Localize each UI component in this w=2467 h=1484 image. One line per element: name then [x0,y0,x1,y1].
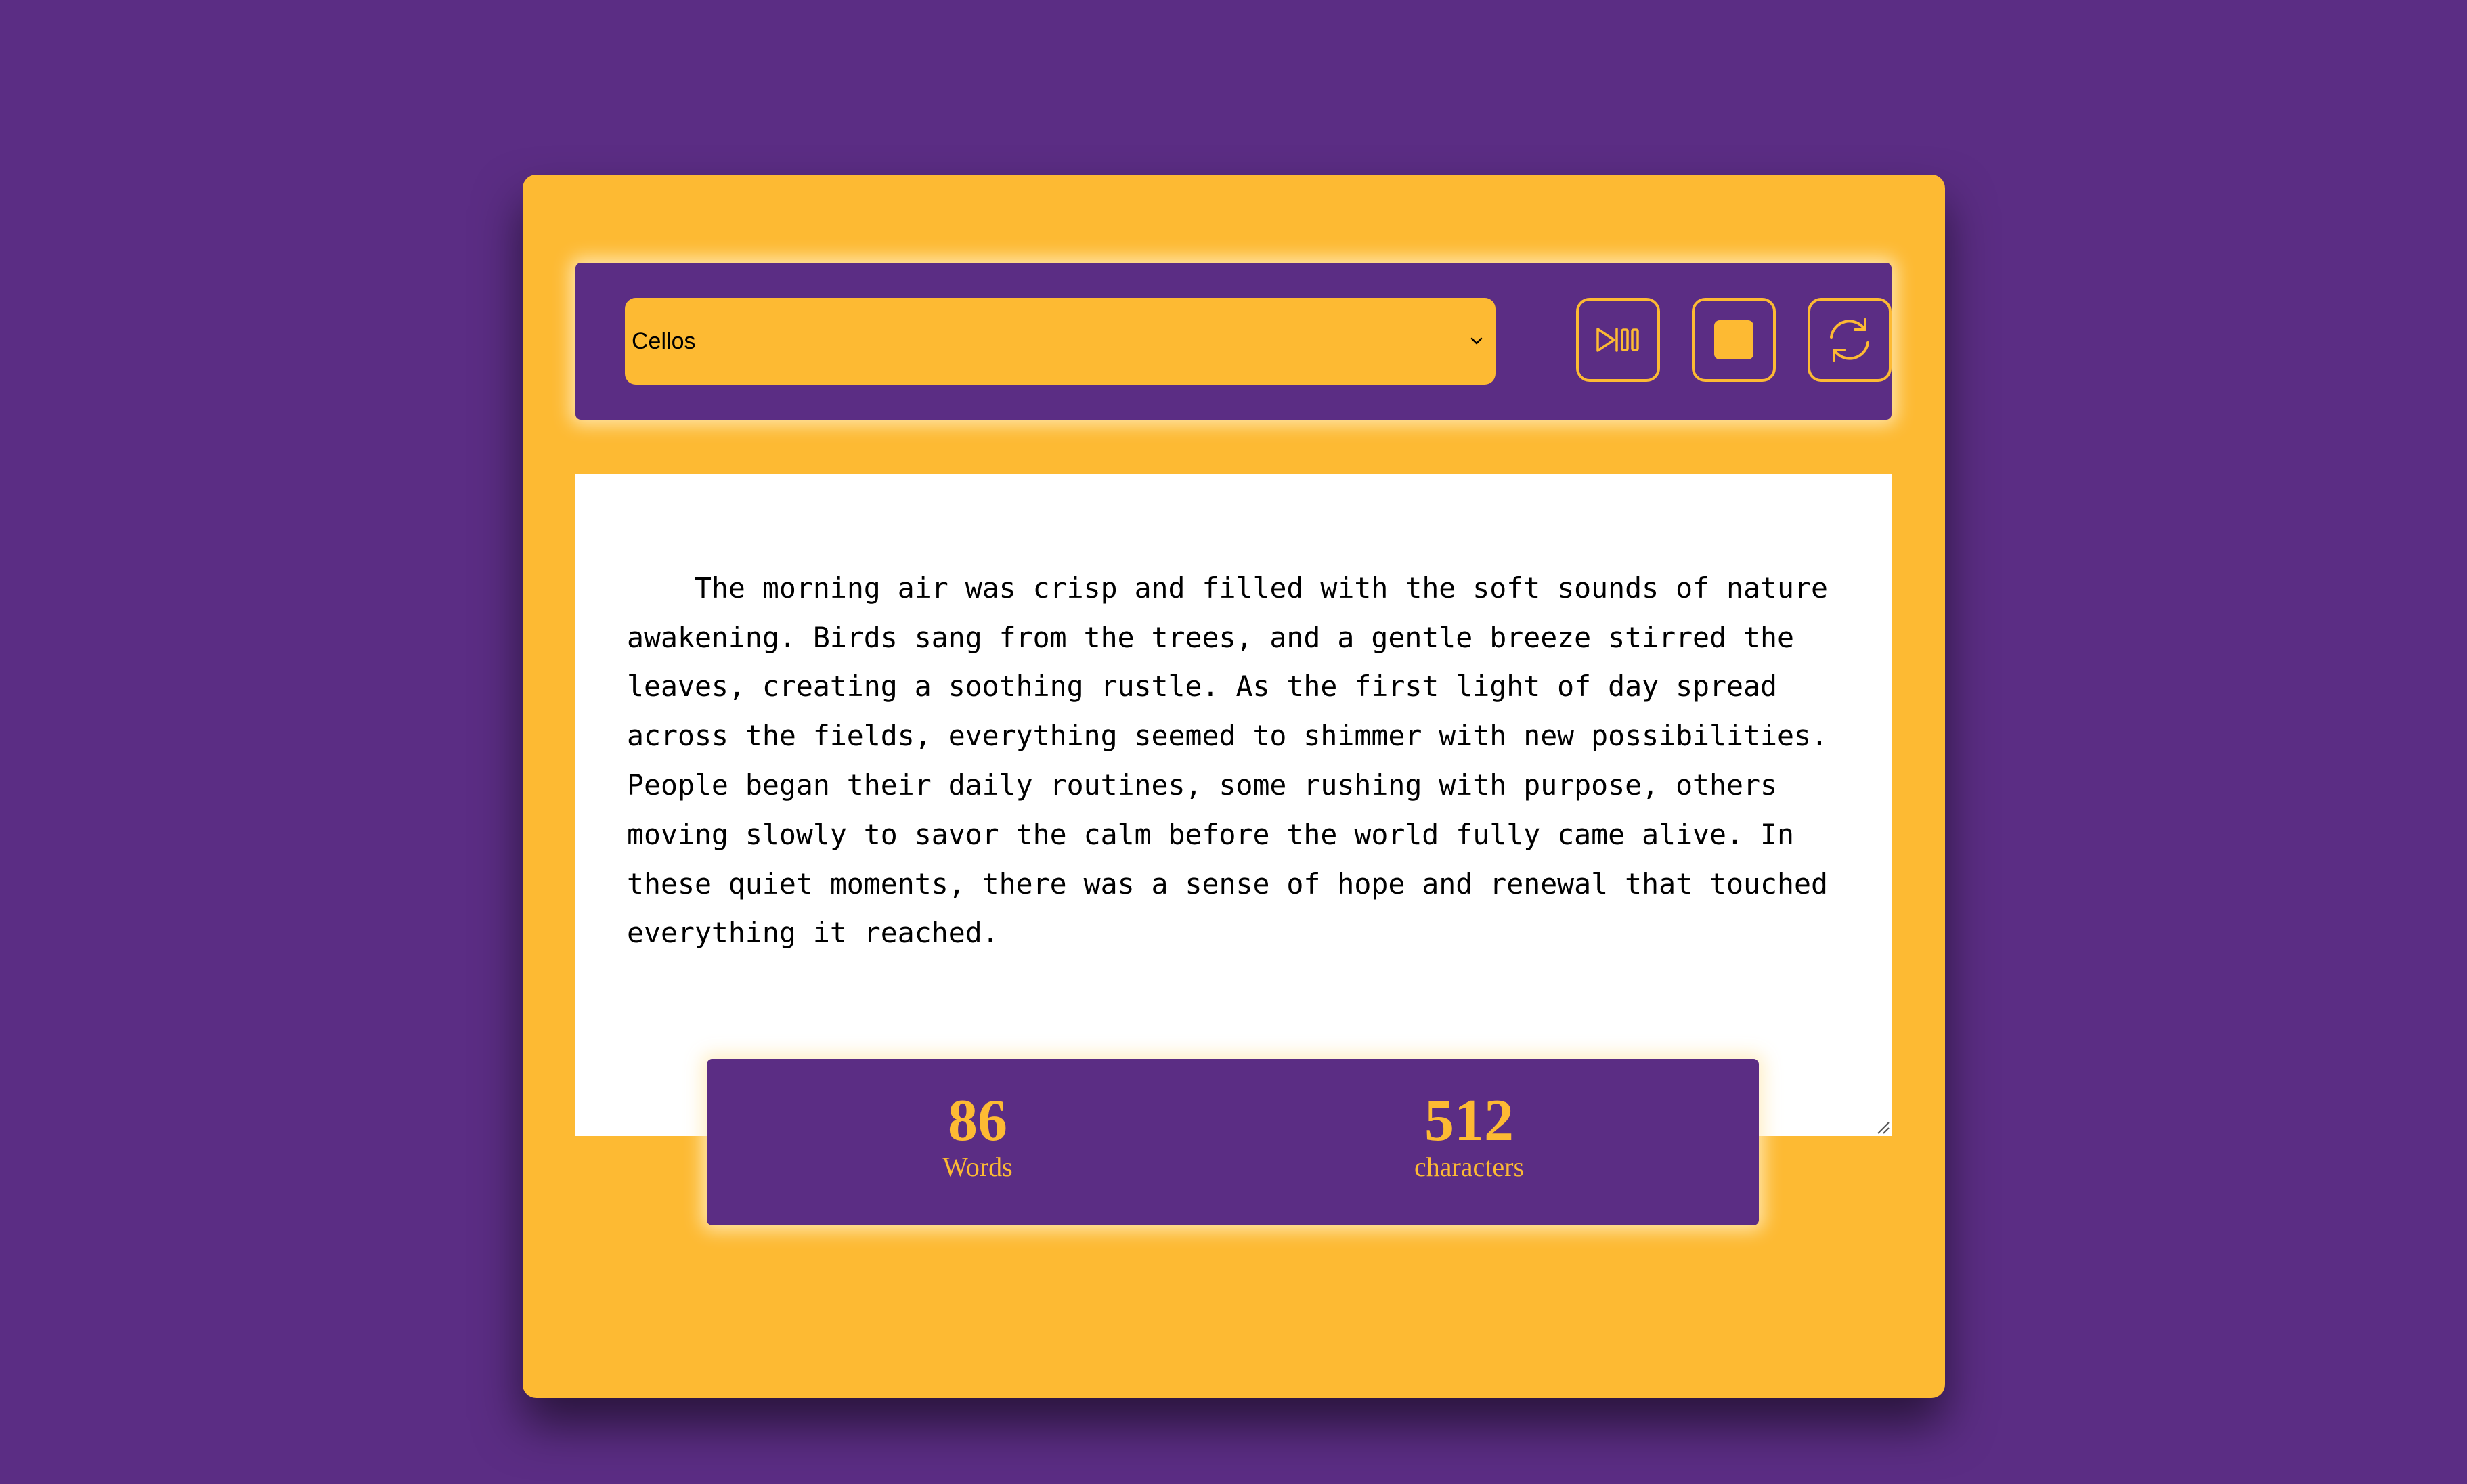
instrument-select[interactable]: Cellos [625,298,1496,385]
chevron-down-icon [1470,337,1483,345]
character-count-value: 512 [1424,1088,1514,1154]
stop-button[interactable] [1692,298,1776,382]
character-count: 512 characters [1347,1091,1591,1181]
word-count-value: 86 [948,1088,1007,1154]
word-count: 86 Words [856,1091,1099,1181]
toolbar: Cellos [575,263,1892,420]
text-editor[interactable]: The morning air was crisp and filled wit… [575,474,1892,1136]
editor-text: The morning air was crisp and filled wit… [627,571,1845,950]
stats-panel: 86 Words 512 characters [707,1059,1759,1225]
play-pause-button[interactable] [1576,298,1660,382]
word-count-label: Words [942,1152,1013,1182]
stop-icon [1714,320,1753,359]
main-card: Cellos The morning air was crisp and fil… [523,175,1945,1398]
resize-handle-icon[interactable] [1875,1120,1890,1135]
instrument-select-value: Cellos [632,328,696,354]
reset-button[interactable] [1808,298,1892,382]
play-pause-icon [1596,328,1639,352]
character-count-label: characters [1414,1152,1525,1182]
refresh-icon [1830,318,1869,362]
